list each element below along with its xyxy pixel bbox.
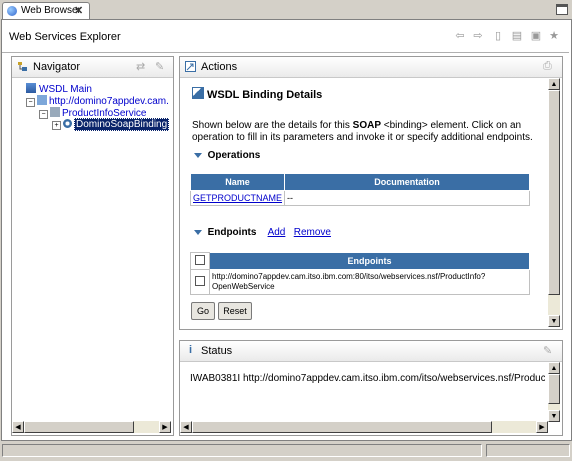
operations-section-header[interactable]: Operations [194, 150, 260, 161]
status-message: IWAB0381I http://domino7appdev.cam.itso.… [190, 373, 545, 384]
status-header: i Status ✎ [180, 341, 562, 362]
collapse-triangle-icon[interactable] [194, 230, 202, 235]
scroll-left-button[interactable]: ◀ [12, 421, 24, 433]
actions-pane: Actions ⎙ WSDL Binding Details Shown bel… [179, 56, 563, 330]
navigator-icon [18, 62, 27, 71]
endpoint-checkbox[interactable] [195, 276, 205, 286]
binding-icon [63, 119, 72, 128]
globe-icon [7, 6, 17, 16]
tree-item-wsdl-url[interactable]: − http://domino7appdev.cam. [26, 95, 169, 107]
table-row: GETPRODUCTNAME -- [189, 190, 530, 206]
scroll-left-button[interactable]: ◀ [180, 421, 192, 433]
forward-arrow-icon[interactable]: ⇨ [472, 30, 484, 42]
collapse-triangle-icon[interactable] [194, 153, 202, 158]
actions-title: Actions [201, 61, 238, 73]
navigator-header: Navigator ⇄ ✎ [12, 57, 173, 78]
scroll-right-button[interactable]: ▶ [536, 421, 548, 433]
operations-table: Name Documentation GETPRODUCTNAME -- [189, 173, 530, 206]
go-button[interactable]: Go [191, 302, 215, 320]
endpoints-table: Endpoints http://domino7appdev.cam.itso.… [190, 252, 530, 295]
column-header-name: Name [189, 173, 286, 191]
add-endpoint-link[interactable]: Add [268, 227, 286, 238]
navigator-pane: Navigator ⇄ ✎ WSDL Main − http://domino7a… [11, 56, 174, 436]
scroll-up-button[interactable]: ▲ [548, 362, 560, 374]
tree-label: DominoSoapBinding [74, 118, 170, 131]
status-bar [0, 441, 572, 461]
tree-label: WSDL Main [39, 84, 92, 95]
actions-icon [185, 61, 196, 72]
refresh-icon[interactable]: ⇄ [136, 60, 145, 73]
status-bar-message-area [2, 444, 482, 457]
favorites-star-icon[interactable]: ★ [548, 30, 560, 42]
close-tab-icon[interactable]: ✕ [74, 4, 83, 17]
scroll-right-button[interactable]: ▶ [159, 421, 171, 433]
wsdl-page-icon[interactable]: ▣ [530, 30, 542, 42]
expand-icon[interactable]: + [52, 121, 61, 130]
scroll-up-button[interactable]: ▲ [548, 78, 560, 90]
back-arrow-icon[interactable]: ⇦ [454, 30, 466, 42]
tree-item-wsdl-main[interactable]: WSDL Main [26, 83, 92, 95]
remove-endpoint-link[interactable]: Remove [294, 227, 331, 238]
binding-details-icon [192, 87, 204, 99]
navigator-hscroll-thumb[interactable] [24, 421, 134, 433]
endpoint-url: http://domino7appdev.cam.itso.ibm.com:80… [212, 272, 486, 281]
status-title: Status [201, 345, 233, 357]
tree-item-binding[interactable]: + DominoSoapBinding [52, 118, 170, 131]
wsdl-file-icon [37, 95, 47, 105]
explorer-title: Web Services Explorer [9, 31, 121, 43]
section-heading: WSDL Binding Details [192, 87, 322, 101]
uddi-page-icon[interactable]: ▯ [492, 30, 504, 42]
service-icon [50, 107, 60, 117]
table-row: http://domino7appdev.cam.itso.ibm.com:80… [190, 269, 530, 295]
tab-web-browser[interactable]: Web Browser ✕ [2, 2, 90, 20]
reset-button[interactable]: Reset [218, 302, 252, 320]
heading-text: WSDL Binding Details [207, 89, 323, 101]
status-vscroll-thumb[interactable] [548, 374, 560, 404]
scroll-down-button[interactable]: ▼ [548, 410, 560, 422]
wsil-page-icon[interactable]: ▤ [511, 30, 523, 42]
endpoint-url-suffix: OpenWebService [212, 282, 275, 291]
operation-link[interactable]: GETPRODUCTNAME [193, 193, 282, 203]
column-header-endpoints: Endpoints [209, 252, 530, 270]
collapse-icon[interactable]: − [26, 98, 35, 107]
status-hscroll-thumb[interactable] [192, 421, 492, 433]
operation-documentation: -- [284, 190, 530, 206]
actions-header: Actions ⎙ [180, 57, 562, 78]
select-all-checkbox[interactable] [195, 255, 205, 265]
tree-label: http://domino7appdev.cam. [49, 96, 169, 107]
status-bar-progress-area [486, 444, 570, 457]
column-header-documentation: Documentation [284, 173, 530, 191]
scroll-down-button[interactable]: ▼ [548, 315, 560, 327]
description: Shown below are the details for this SOA… [192, 120, 533, 143]
info-icon: i [188, 344, 193, 356]
wsdl-main-icon [26, 83, 36, 93]
tab-label: Web Browser [21, 5, 81, 16]
endpoints-section-header: Endpoints Add Remove [194, 227, 331, 238]
print-icon[interactable]: ⎙ [543, 60, 552, 73]
actions-vscroll-thumb[interactable] [548, 90, 560, 295]
collapse-icon[interactable]: − [39, 110, 48, 119]
clear-status-icon[interactable]: ✎ [543, 344, 552, 357]
clear-icon[interactable]: ✎ [155, 60, 164, 73]
navigator-title: Navigator [33, 61, 81, 73]
maximize-button[interactable] [556, 4, 568, 15]
status-pane: i Status ✎ IWAB0381I http://domino7appde… [179, 340, 563, 436]
